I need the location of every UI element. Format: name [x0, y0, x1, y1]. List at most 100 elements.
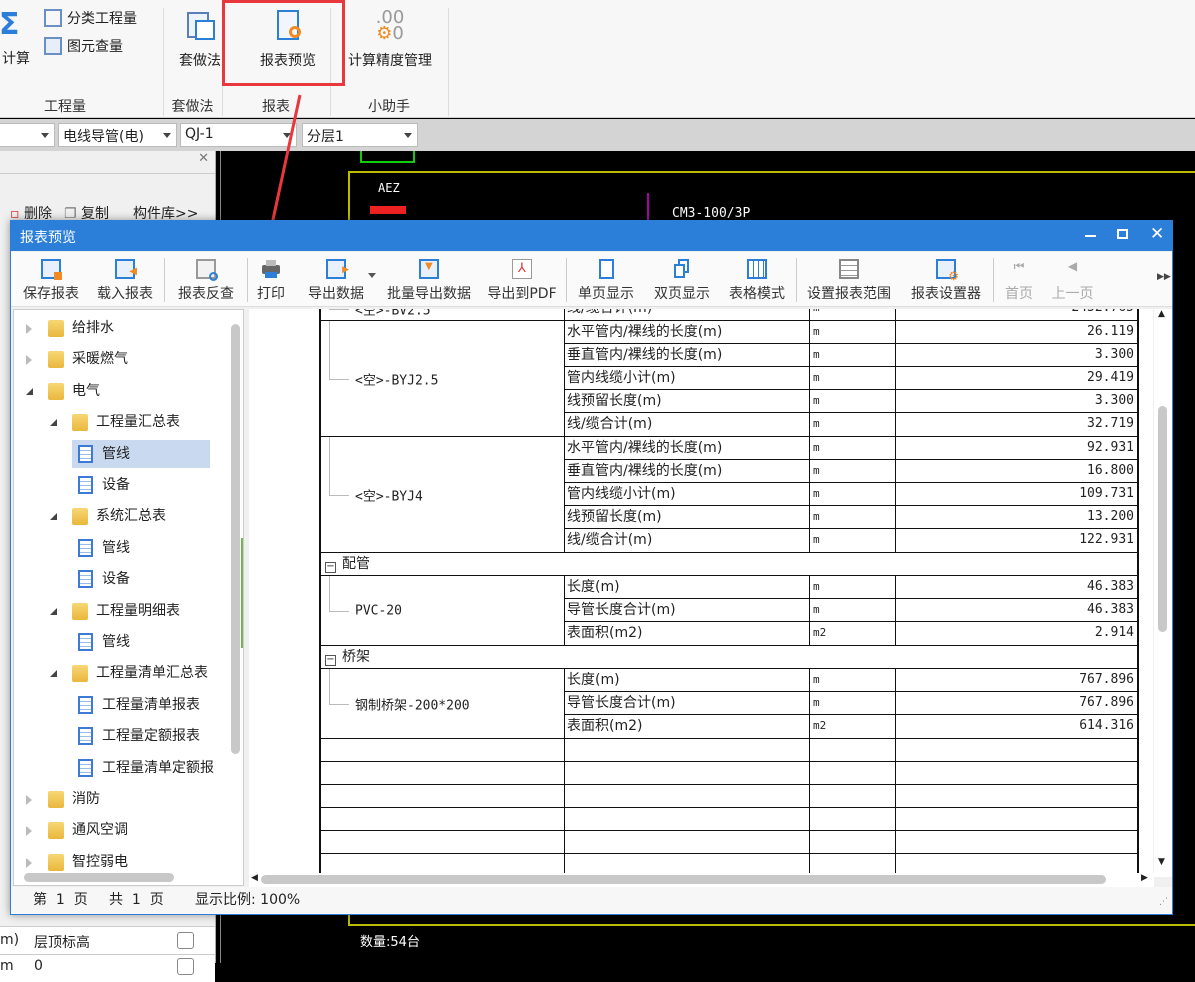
expanded-icon[interactable] — [50, 670, 57, 677]
export-data-icon: ▶ — [326, 259, 346, 279]
resize-grip-icon[interactable]: ⋰ — [1159, 889, 1168, 916]
tree-item[interactable]: 工程量清单定额报 — [72, 754, 210, 782]
report-toolbar: 保存报表 ◀载入报表 报表反查 打印 ▶导出数据 ▼批量导出数据 ⅄导出到PDF… — [11, 252, 1172, 307]
save-report-icon — [41, 259, 61, 279]
tree-item[interactable]: 电气 — [26, 377, 100, 405]
collapsed-icon[interactable] — [26, 858, 32, 868]
save-report-button[interactable]: 保存报表 — [15, 255, 87, 305]
section-header[interactable]: −配管 — [321, 553, 1137, 576]
value-cell: 2.914 — [896, 622, 1137, 645]
folder-icon — [72, 665, 88, 682]
set-report-range-button[interactable]: 设置报表范围 — [799, 255, 899, 305]
item-cell: 水平管内/裸线的长度(m) — [565, 437, 810, 459]
tree-item[interactable]: 采暖燃气 — [26, 345, 128, 373]
tree-item[interactable]: 通风空调 — [26, 816, 128, 844]
empty-row — [321, 762, 1137, 785]
report-tree: 给排水采暖燃气电气工程量汇总表管线设备系统汇总表管线设备工程量明细表管线工程量清… — [13, 309, 244, 886]
item-cell: 线/缆合计(m) — [565, 413, 810, 436]
printer-icon — [261, 259, 281, 279]
report-range-icon — [839, 259, 859, 279]
report-preview-dialog: 报表预览 ✕ 保存报表 ◀载入报表 报表反查 打印 ▶导出数据 ▼批量导出数据 … — [10, 220, 1173, 915]
tree-item[interactable]: 消防 — [26, 785, 100, 813]
collapse-icon[interactable]: − — [325, 655, 336, 666]
report-settings-button[interactable]: ⚙报表设置器 — [902, 255, 990, 305]
report-lookup-button[interactable]: 报表反查 — [168, 255, 244, 305]
dialog-titlebar[interactable]: 报表预览 ✕ — [11, 221, 1172, 251]
unit-cell: m — [810, 669, 896, 691]
unit-cell: m — [810, 599, 896, 621]
minimize-icon[interactable] — [1085, 235, 1096, 237]
folder-icon — [48, 351, 64, 368]
collapse-icon[interactable]: − — [325, 562, 336, 573]
report-vscrollbar[interactable]: ▲ ▼ — [1154, 309, 1172, 877]
collapsed-icon[interactable] — [26, 795, 32, 805]
value-cell: 767.896 — [896, 669, 1137, 691]
scroll-thumb[interactable] — [1158, 406, 1167, 632]
report-hscrollbar[interactable]: ◀ ▶ — [249, 873, 1154, 887]
collapsed-icon[interactable] — [26, 826, 32, 836]
collapsed-icon[interactable] — [26, 355, 32, 365]
export-data-button[interactable]: ▶导出数据 — [296, 255, 376, 305]
folder-icon — [72, 508, 88, 525]
unit-cell: m — [810, 390, 896, 412]
expanded-icon[interactable] — [50, 419, 57, 426]
tree-hscrollbar[interactable] — [24, 873, 174, 882]
section-header[interactable]: −桥架 — [321, 646, 1137, 669]
double-page-button[interactable]: 双页显示 — [646, 255, 718, 305]
single-page-button[interactable]: 单页显示 — [569, 255, 643, 305]
group-name-cell: 钢制桥架-200*200 — [321, 669, 565, 738]
report-lookup-icon — [196, 259, 216, 279]
table-row: 长度(m)m46.383 — [565, 576, 1137, 599]
tree-vscrollbar[interactable] — [231, 324, 240, 754]
collapsed-icon[interactable] — [26, 324, 32, 334]
hscroll-thumb[interactable] — [261, 875, 1106, 884]
folder-icon — [48, 383, 64, 400]
dialog-title: 报表预览 — [20, 227, 76, 247]
tree-item[interactable]: 管线 — [72, 440, 210, 468]
batch-export-button[interactable]: ▼批量导出数据 — [381, 255, 477, 305]
maximize-icon[interactable] — [1117, 229, 1128, 239]
table-mode-button[interactable]: 表格模式 — [721, 255, 793, 305]
tree-item[interactable]: 系统汇总表 — [50, 502, 166, 530]
scroll-down-icon[interactable]: ▼ — [1158, 857, 1165, 867]
tree-item[interactable]: 工程量定额报表 — [72, 722, 210, 750]
document-icon — [78, 539, 93, 557]
first-page-button[interactable]: ⏮首页 — [996, 255, 1042, 305]
tree-item[interactable]: 设备 — [72, 471, 210, 499]
scroll-left-icon[interactable]: ◀ — [251, 873, 258, 883]
total-pages: 共 1 页 — [109, 887, 164, 914]
status-bar: 第 1 页 共 1 页 显示比例: 100% ⋰ — [11, 887, 1172, 914]
scroll-right-icon[interactable]: ▶ — [1141, 873, 1148, 883]
tree-item[interactable]: 工程量汇总表 — [50, 408, 180, 436]
table-row: 线预留长度(m)m3.300 — [565, 390, 1137, 413]
tree-item[interactable]: 工程量清单报表 — [72, 691, 210, 719]
tree-item[interactable]: 管线 — [72, 534, 210, 562]
prev-page-button[interactable]: ◀上一页 — [1044, 255, 1101, 305]
table-row: 管内线缆小计(m)m109.731 — [565, 483, 1137, 506]
item-cell: 线预留长度(m) — [565, 390, 810, 412]
tree-item[interactable]: 给排水 — [26, 314, 114, 342]
load-report-button[interactable]: ◀载入报表 — [89, 255, 161, 305]
close-icon[interactable]: ✕ — [1150, 224, 1164, 244]
tree-item[interactable]: 智控弱电 — [26, 848, 128, 876]
document-icon — [78, 445, 93, 463]
unit-cell: m — [810, 576, 896, 598]
tree-item[interactable]: 管线 — [72, 628, 210, 656]
tree-item[interactable]: 设备 — [72, 565, 210, 593]
value-cell: 26.119 — [896, 321, 1137, 343]
chevron-down-icon[interactable] — [368, 273, 376, 278]
value-cell: 16.800 — [896, 460, 1137, 482]
expanded-icon[interactable] — [50, 608, 57, 615]
unit-cell: m2 — [810, 715, 896, 738]
scroll-up-icon[interactable]: ▲ — [1158, 309, 1165, 319]
expanded-icon[interactable] — [50, 513, 57, 520]
print-button[interactable]: 打印 — [249, 255, 293, 305]
expanded-icon[interactable] — [26, 388, 33, 395]
single-page-icon — [599, 259, 614, 279]
more-icon[interactable]: ▶▶ — [1157, 272, 1171, 282]
group-name-cell: <空>-BV2.5 — [321, 309, 565, 320]
export-pdf-button[interactable]: ⅄导出到PDF — [481, 255, 563, 305]
tree-item[interactable]: 工程量清单汇总表 — [50, 659, 208, 687]
table-row: 线/缆合计(m)m32.719 — [565, 413, 1137, 436]
tree-item[interactable]: 工程量明细表 — [50, 597, 180, 625]
